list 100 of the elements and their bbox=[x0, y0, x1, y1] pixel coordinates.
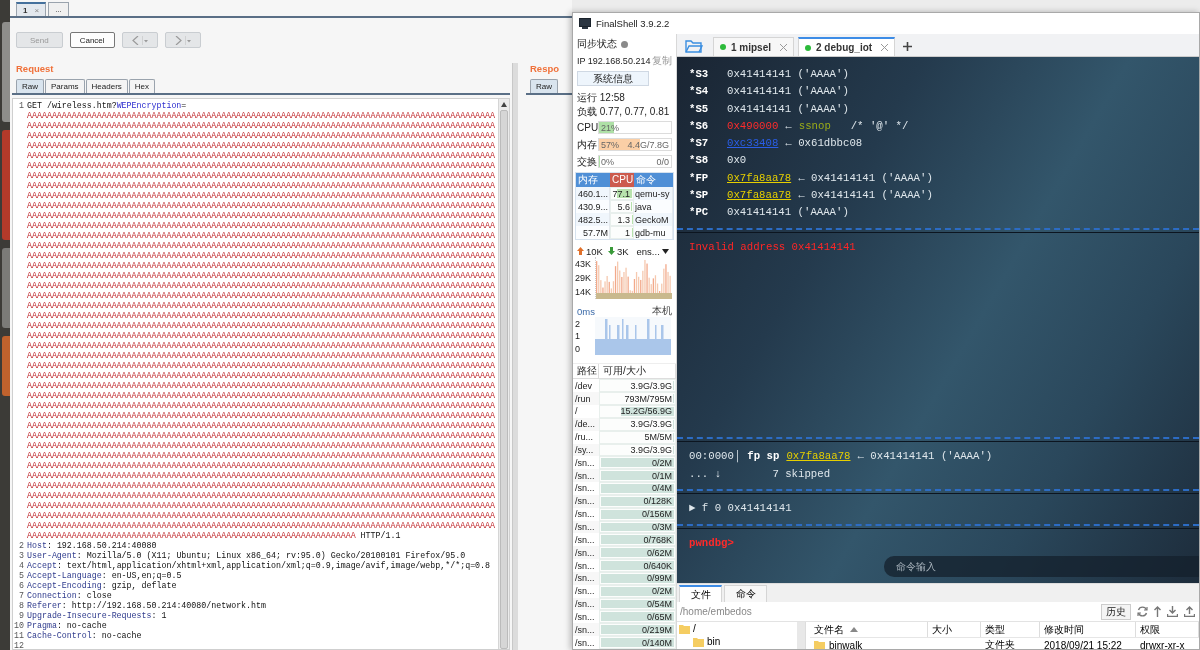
request-editor[interactable] bbox=[12, 98, 510, 650]
close-icon[interactable] bbox=[881, 44, 889, 51]
ping-target[interactable]: 本机 bbox=[652, 304, 672, 319]
axis-label: 1 bbox=[575, 331, 581, 342]
address-link[interactable]: 0x7fa8aa78 bbox=[786, 448, 851, 466]
path-field[interactable]: /home/embedos bbox=[679, 603, 1095, 620]
command-input[interactable]: 命令输入 bbox=[884, 556, 1199, 577]
code-line: AAAAAAAAAAAAAAAAAAAAAAAAAAAAAAAAAAAAAAAAAAAAAAAAAAAAAAAAAAAAAAAAAAAAAAAAAAAAAAAAAAAAAAAAAAAAAA bbox=[27, 491, 496, 501]
meter-label: CPU bbox=[577, 122, 596, 134]
column-header[interactable]: 类型 bbox=[981, 622, 1040, 637]
system-info-button[interactable]: 系统信息 bbox=[577, 71, 649, 86]
register-name: *S8 bbox=[689, 153, 710, 169]
table-cell: /sn... bbox=[575, 599, 595, 610]
scrollbar[interactable] bbox=[797, 622, 805, 649]
panel-tab[interactable]: 命令 bbox=[724, 585, 767, 602]
code-line: Accept-Language: en-US,en;q=0.5 bbox=[27, 571, 182, 581]
tree-item[interactable]: bin bbox=[677, 635, 796, 648]
code-line: AAAAAAAAAAAAAAAAAAAAAAAAAAAAAAAAAAAAAAAAAAAAAAAAAAAAAAAAAAAAAAAAAAAAAAAAAAAAAAAAAAAAAAAAAAAAAA bbox=[27, 261, 496, 271]
line-number: 1 bbox=[18, 101, 24, 111]
terminal-text: 0x41414141 ('AAAA') bbox=[727, 205, 849, 221]
code-line: AAAAAAAAAAAAAAAAAAAAAAAAAAAAAAAAAAAAAAAAAAAAAAAAAAAAAAAAAAAAAAAAAAAAAAAAAAAAAAAAAAAAAAAAAAAAAA bbox=[27, 441, 496, 451]
process-row[interactable]: 482.5... 1.3 GeckoM bbox=[576, 213, 673, 227]
terminal-text: Invalid address 0x41414141 bbox=[689, 239, 856, 255]
plus-icon[interactable] bbox=[903, 42, 913, 51]
column-header[interactable]: 路径 bbox=[573, 364, 599, 379]
session-tab[interactable]: 1 mipsel bbox=[713, 37, 795, 56]
terminal-text: 0x41414141 ('AAAA') bbox=[727, 67, 849, 82]
table-cell: 482.5... bbox=[577, 214, 608, 225]
view-tab[interactable]: Hex bbox=[128, 79, 156, 93]
close-icon[interactable] bbox=[780, 43, 788, 51]
table-cell: 0/768K bbox=[643, 534, 672, 545]
code-line: AAAAAAAAAAAAAAAAAAAAAAAAAAAAAAAAAAAAAAAAAAAAAAAAAAAAAAAAAAAAAAAAAAAAAAAAAAAAAAAAAAAAAAAAAAAAAA bbox=[27, 251, 496, 261]
code-line: AAAAAAAAAAAAAAAAAAAAAAAAAAAAAAAAAAAAAAAAAAAAAAAAAAAAAAAAAAAAAAAAAAAAAAAAAAAAAAAAAAAAAAAAAAAAAA bbox=[27, 391, 496, 401]
code-line: Upgrade-Insecure-Requests: 1 bbox=[27, 611, 167, 621]
file-row[interactable]: binwalk 文件夹 2018/09/21 15:22 drwxr-xr-x bbox=[810, 638, 1199, 649]
terminal[interactable] bbox=[677, 57, 1199, 583]
uptime-text: 运行 12:58 bbox=[577, 91, 625, 105]
table-cell: /sn... bbox=[575, 496, 595, 507]
caret-icon bbox=[141, 35, 148, 45]
table-cell: /dev bbox=[575, 380, 592, 391]
tree-item[interactable]: / bbox=[677, 622, 796, 635]
code-line: Pragma: no-cache bbox=[27, 621, 107, 631]
history-button[interactable]: 历史 bbox=[1101, 603, 1131, 620]
table-cell: /sn... bbox=[575, 560, 595, 571]
table-cell: /de... bbox=[575, 419, 595, 430]
code-line: AAAAAAAAAAAAAAAAAAAAAAAAAAAAAAAAAAAAAAAAAAAAAAAAAAAAAAAAAAAAAAAAAAAAAAAAAAAAAAAAAAAAAAAAAAAAAA bbox=[27, 521, 496, 531]
address-link[interactable]: 0x7fa8aa78 bbox=[727, 187, 792, 205]
code-line: AAAAAAAAAAAAAAAAAAAAAAAAAAAAAAAAAAAAAAAAAAAAAAAAAAAAAAAAAAAAAAAAAAAAAAAAAAAAAAAAAAAAAAAAAAAAAA bbox=[27, 161, 496, 171]
scrollbar[interactable] bbox=[498, 99, 509, 649]
interface-select[interactable]: ens... bbox=[636, 245, 660, 257]
column-header[interactable]: 可用/大小 bbox=[599, 364, 676, 379]
register-name: *S3 bbox=[689, 67, 710, 82]
process-row[interactable]: 460.1... 77.1 qemu-sy bbox=[576, 187, 673, 201]
column-header[interactable]: 文件名 bbox=[810, 622, 928, 637]
code-line: AAAAAAAAAAAAAAAAAAAAAAAAAAAAAAAAAAAAAAAAAAAAAAAAAAAAAAAAAAAAAAAAAAAAAAAAAAAAAAAAAAAAAAAAAAAAAA bbox=[27, 321, 496, 331]
arrow-up-icon[interactable] bbox=[500, 101, 508, 108]
table-cell: /run bbox=[575, 393, 591, 404]
line-number: 9 bbox=[18, 611, 24, 621]
view-tab[interactable]: Headers bbox=[85, 79, 128, 93]
code-line: AAAAAAAAAAAAAAAAAAAAAAAAAAAAAAAAAAAAAAAAAAAAAAAAAAAAAAAAAAAAAAAAAAAAAAAAAAAAAAAAAAAAAAAAAAAAAA bbox=[27, 361, 496, 371]
view-tab[interactable]: Raw bbox=[530, 79, 558, 93]
download-icon[interactable] bbox=[1167, 606, 1178, 617]
upload-icon[interactable] bbox=[1184, 606, 1195, 617]
table-cell: qemu-sy bbox=[635, 188, 670, 199]
caret-icon[interactable] bbox=[661, 248, 669, 254]
meter-reading: 0/0 bbox=[656, 156, 669, 167]
code-line: AAAAAAAAAAAAAAAAAAAAAAAAAAAAAAAAAAAAAAAAAAAAAAAAAAAAAAAAAAAAAAAAAAAAAAAAAAAAAAAAAAAAAAAAAAAAAA bbox=[27, 301, 496, 311]
cancel-button[interactable]: Cancel bbox=[69, 32, 115, 48]
code-line: AAAAAAAAAAAAAAAAAAAAAAAAAAAAAAAAAAAAAAAAAAAAAAAAAAAAAAAAAAAAAAAAAAAAAAAAAAAAAAAAAAAAAAAAAAAAAA bbox=[27, 241, 496, 251]
view-tab[interactable]: Params bbox=[45, 79, 85, 93]
code-line: AAAAAAAAAAAAAAAAAAAAAAAAAAAAAAAAAAAAAAAAAAAAAAAAAAAAAAAAAAAAAAAAAAAAAAAAAAAAAAAAAAAAAAAAAAAAAA bbox=[27, 331, 496, 341]
latency-text: 0ms bbox=[577, 305, 595, 317]
editor-tab[interactable]: 1 × bbox=[16, 2, 47, 16]
column-header[interactable]: 大小 bbox=[928, 622, 981, 637]
editor-tab[interactable]: ... bbox=[48, 2, 69, 16]
table-cell: 793M/795M bbox=[624, 393, 672, 404]
column-label: 大小 bbox=[932, 622, 952, 637]
code-line: AAAAAAAAAAAAAAAAAAAAAAAAAAAAAAAAAAAAAAAAAAAAAAAAAAAAAAAAAAAAAAAAAAAAAAAAAAAAAAAAAAAAAAAAAAAAAA bbox=[27, 421, 496, 431]
column-label: 修改时间 bbox=[1044, 622, 1084, 637]
column-header[interactable]: CPU bbox=[610, 173, 634, 188]
folder-icon[interactable] bbox=[685, 39, 703, 53]
arrow-up-icon[interactable] bbox=[1154, 606, 1161, 617]
session-tab[interactable]: 2 debug_iot bbox=[798, 37, 896, 56]
view-tab[interactable]: Raw bbox=[16, 79, 44, 93]
refresh-icon[interactable] bbox=[1137, 606, 1148, 617]
column-header[interactable]: 修改时间 bbox=[1040, 622, 1136, 637]
column-header[interactable]: 权限 bbox=[1136, 622, 1199, 637]
process-row[interactable]: 430.9... 5.6 java bbox=[576, 200, 673, 214]
address-link[interactable]: 0x7fa8aa78 bbox=[727, 169, 792, 188]
code-line: Accept: text/html,application/xhtml+xml,application/xml;q=0.9,image/avif,image/webp,*/*;q=0.8 bbox=[27, 561, 491, 571]
table-cell: 460.1... bbox=[577, 188, 608, 199]
table-cell: 3.9G/3.9G bbox=[630, 419, 672, 430]
axis-label: 0 bbox=[575, 343, 581, 354]
meter-reading: 0% bbox=[601, 156, 614, 167]
table-cell: /sn... bbox=[575, 483, 595, 494]
register-name: *S6 bbox=[689, 118, 710, 134]
process-row[interactable]: 57.7M 1 gdb-mu bbox=[576, 226, 673, 240]
panel-tab[interactable]: 文件 bbox=[679, 585, 722, 602]
code-line: AAAAAAAAAAAAAAAAAAAAAAAAAAAAAAAAAAAAAAAAAAAAAAAAAAAAAAAAAAAAAAAAAA HTTP/1.1 bbox=[27, 531, 401, 541]
code-line: AAAAAAAAAAAAAAAAAAAAAAAAAAAAAAAAAAAAAAAAAAAAAAAAAAAAAAAAAAAAAAAAAAAAAAAAAAAAAAAAAAAAAAAAAAAAAA bbox=[27, 511, 496, 521]
